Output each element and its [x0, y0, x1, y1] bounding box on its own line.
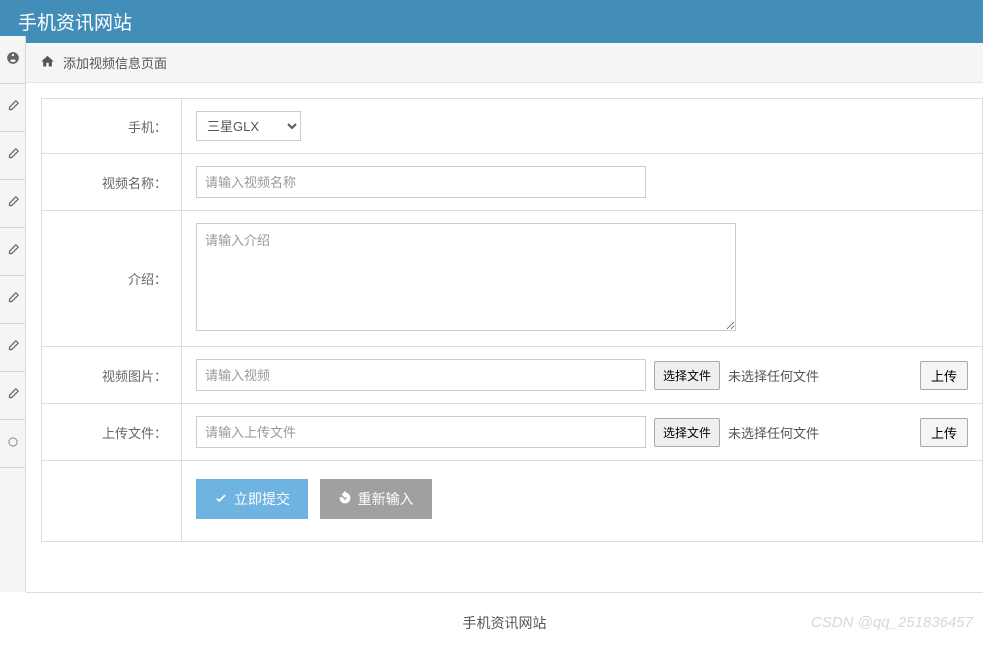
reset-label: 重新输入	[358, 489, 414, 509]
site-header: 手机资讯网站	[0, 0, 983, 43]
video-image-upload-button[interactable]: 上传	[920, 361, 968, 390]
edit-icon	[6, 243, 20, 260]
check-icon	[214, 491, 228, 508]
upload-file-choose-button[interactable]: 选择文件	[654, 418, 720, 447]
sidebar-item-4[interactable]	[0, 228, 25, 276]
edit-icon	[6, 147, 20, 164]
upload-file-upload-button[interactable]: 上传	[920, 418, 968, 447]
upload-file-label: 上传文件：	[42, 404, 182, 461]
form-table: 手机： 三星GLX 视频名称： 介绍： 视频图片： 选	[41, 98, 983, 542]
video-name-label: 视频名称：	[42, 154, 182, 211]
sidebar-item-7[interactable]	[0, 372, 25, 420]
submit-button[interactable]: 立即提交	[196, 479, 308, 519]
edit-icon	[6, 195, 20, 212]
sidebar-item-6[interactable]	[0, 324, 25, 372]
sidebar-item-8[interactable]	[0, 420, 25, 468]
reset-button[interactable]: 重新输入	[320, 479, 432, 519]
video-image-label: 视频图片：	[42, 347, 182, 404]
content: 手机： 三星GLX 视频名称： 介绍： 视频图片： 选	[26, 83, 983, 542]
breadcrumb-text: 添加视频信息页面	[63, 53, 167, 72]
dashboard-icon	[6, 51, 20, 68]
video-image-status: 未选择任何文件	[728, 366, 819, 385]
sidebar-item-dashboard[interactable]	[0, 36, 25, 84]
sidebar-item-1[interactable]	[0, 84, 25, 132]
sidebar-item-2[interactable]	[0, 132, 25, 180]
sidebar-item-3[interactable]	[0, 180, 25, 228]
breadcrumb: 添加视频信息页面	[26, 43, 983, 83]
home-icon	[40, 54, 55, 72]
submit-label: 立即提交	[234, 489, 290, 509]
intro-label: 介绍：	[42, 211, 182, 347]
video-name-input[interactable]	[196, 166, 646, 198]
edit-icon	[6, 291, 20, 308]
video-image-choose-button[interactable]: 选择文件	[654, 361, 720, 390]
edit-icon	[6, 339, 20, 356]
sidebar	[0, 36, 26, 592]
footer-text: 手机资讯网站	[463, 615, 547, 631]
intro-textarea[interactable]	[196, 223, 736, 331]
upload-file-input[interactable]	[196, 416, 646, 448]
sidebar-item-5[interactable]	[0, 276, 25, 324]
upload-file-status: 未选择任何文件	[728, 423, 819, 442]
edit-icon	[6, 99, 20, 116]
edit-icon	[6, 387, 20, 404]
footer: 手机资讯网站 CSDN @qq_251836457	[26, 592, 983, 653]
phone-select[interactable]: 三星GLX	[196, 111, 301, 141]
phone-label: 手机：	[42, 99, 182, 154]
site-title: 手机资讯网站	[18, 13, 132, 34]
reset-icon	[338, 491, 352, 508]
watermark: CSDN @qq_251836457	[811, 614, 973, 631]
circle-icon	[6, 435, 20, 452]
video-image-input[interactable]	[196, 359, 646, 391]
